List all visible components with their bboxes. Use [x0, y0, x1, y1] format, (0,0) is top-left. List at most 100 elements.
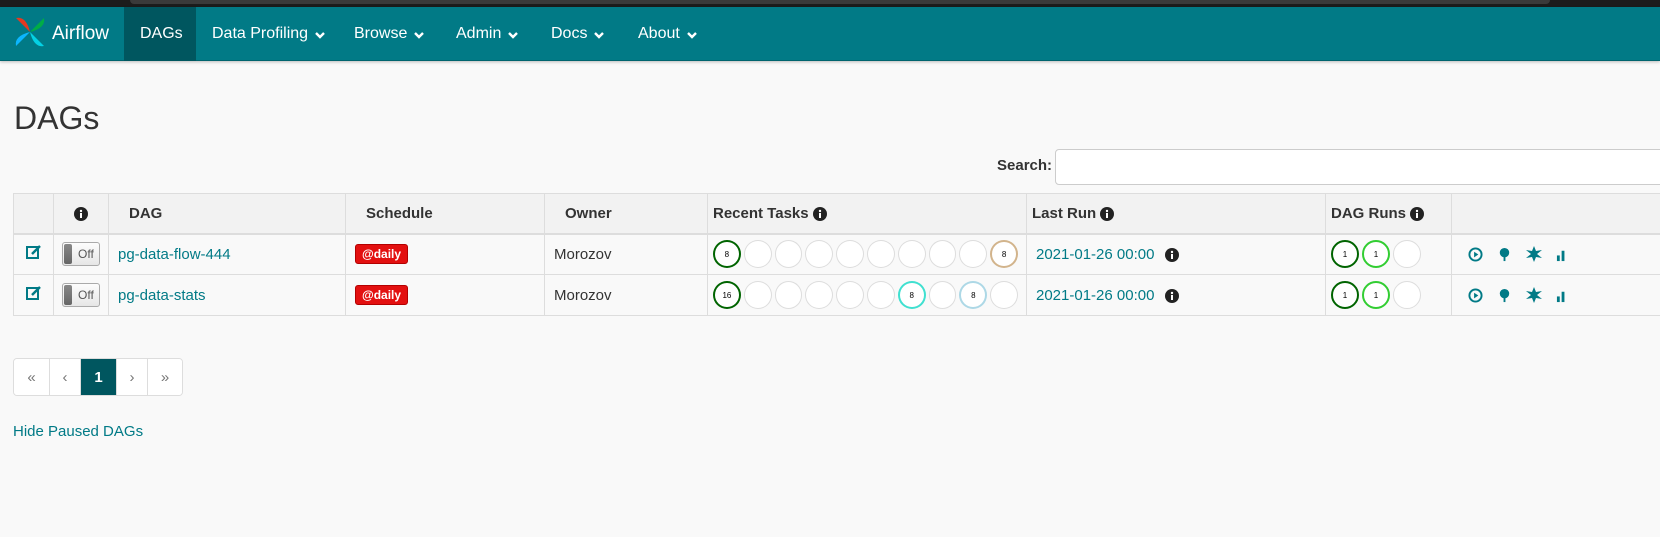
toggle-label: Off	[78, 247, 94, 262]
task-state-circle[interactable]	[774, 240, 803, 269]
toggle-cell: Off	[53, 274, 109, 316]
task-state-circle[interactable]	[743, 240, 772, 269]
info-icon[interactable]	[1164, 288, 1179, 303]
header-last-run: Last Run	[1026, 193, 1326, 235]
header-toggle	[53, 193, 109, 235]
graph-view-icon[interactable]	[1526, 287, 1542, 303]
nav-browse-label: Browse	[354, 25, 408, 42]
edit-icon[interactable]	[25, 245, 42, 264]
header-recent-tasks-label: Recent Tasks	[713, 204, 809, 222]
dag-cell: pg-data-stats	[108, 274, 346, 316]
links-cell	[1451, 274, 1660, 316]
chevron-down-icon	[507, 28, 519, 40]
info-icon[interactable]	[1410, 206, 1425, 221]
schedule-cell: @daily	[345, 274, 545, 316]
task-state-circle[interactable]: 8	[713, 240, 741, 269]
schedule-cell: @daily	[345, 233, 545, 275]
graph-view-icon[interactable]	[1526, 246, 1542, 263]
pause-toggle[interactable]: Off	[62, 283, 100, 307]
header-owner[interactable]: Owner	[544, 193, 708, 235]
task-state-circle[interactable]	[836, 281, 864, 309]
task-state-circle[interactable]	[805, 240, 834, 269]
header-dag-runs-label: DAG Runs	[1331, 204, 1406, 222]
tree-view-icon[interactable]	[1497, 288, 1512, 303]
table-row: Off pg-data-flow-444 @daily Morozov 8 8 …	[13, 233, 1660, 275]
dag-run-circle[interactable]: 1	[1362, 240, 1390, 269]
task-state-circle[interactable]	[805, 281, 834, 309]
hide-paused-dags-link[interactable]: Hide Paused DAGs	[13, 423, 143, 440]
toggle-cell: Off	[53, 233, 109, 275]
bar-chart-icon[interactable]	[1556, 288, 1571, 303]
nav-admin-label: Admin	[456, 25, 502, 42]
task-state-circle[interactable]: 8	[959, 281, 988, 309]
page-first-button[interactable]: «	[14, 359, 49, 395]
table-row: Off pg-data-stats @daily Morozov 16 8 8 …	[13, 274, 1660, 316]
pause-toggle[interactable]: Off	[62, 242, 100, 267]
task-state-circle[interactable]	[928, 240, 957, 269]
bar-chart-icon[interactable]	[1556, 247, 1571, 262]
chevron-down-icon	[593, 28, 605, 40]
dag-run-circle[interactable]: 1	[1331, 240, 1359, 269]
info-icon[interactable]	[812, 206, 827, 221]
nav-dags[interactable]: DAGs	[124, 7, 196, 61]
trigger-dag-icon[interactable]	[1468, 287, 1483, 303]
task-state-circle[interactable]	[959, 240, 988, 269]
dag-cell: pg-data-flow-444	[108, 233, 346, 275]
dag-run-circle[interactable]: 1	[1331, 281, 1359, 309]
task-state-circle[interactable]	[928, 281, 957, 309]
page-next-button[interactable]: ›	[116, 359, 147, 395]
task-state-circle[interactable]: 8	[897, 281, 926, 309]
header-dag-runs: DAG Runs	[1325, 193, 1452, 235]
dag-link[interactable]: pg-data-flow-444	[118, 246, 231, 263]
dag-run-circle[interactable]: 1	[1362, 281, 1390, 309]
last-run-cell: 2021-01-26 00:00	[1026, 233, 1326, 275]
chevron-down-icon	[413, 28, 425, 40]
search-input[interactable]	[1055, 149, 1660, 185]
edit-cell	[13, 274, 54, 316]
schedule-badge[interactable]: @daily	[355, 244, 409, 265]
nav-about[interactable]: About	[622, 7, 714, 61]
task-state-circle[interactable]	[897, 240, 926, 269]
tree-view-icon[interactable]	[1497, 247, 1512, 262]
task-state-circle[interactable]	[774, 281, 803, 309]
task-state-circle[interactable]: 8	[990, 240, 1018, 269]
nav-browse[interactable]: Browse	[338, 7, 441, 61]
page-prev-button[interactable]: ‹	[49, 359, 80, 395]
nav-data-profiling[interactable]: Data Profiling	[196, 7, 342, 61]
task-state-circle[interactable]	[867, 240, 895, 269]
dag-run-circle[interactable]	[1393, 240, 1421, 269]
edit-icon[interactable]	[25, 286, 42, 305]
info-icon[interactable]	[1100, 206, 1115, 221]
dag-run-circle[interactable]	[1393, 281, 1421, 309]
last-run-link[interactable]: 2021-01-26 00:00	[1036, 246, 1154, 263]
task-state-circle[interactable]: 16	[713, 281, 741, 309]
navbar: Airflow DAGs Data Profiling Browse Admin…	[0, 7, 1660, 61]
brand[interactable]: Airflow	[12, 15, 109, 53]
owner-cell: Morozov	[544, 233, 708, 275]
page-last-button[interactable]: »	[147, 359, 182, 395]
task-state-circle[interactable]	[743, 281, 772, 309]
nav-data-profiling-label: Data Profiling	[212, 25, 309, 42]
links-cell	[1451, 233, 1660, 275]
header-schedule[interactable]: Schedule	[345, 193, 545, 235]
dag-runs-cell: 1 1	[1325, 233, 1452, 275]
dags-table: DAG Schedule Owner Recent Tasks Last Run…	[13, 193, 1660, 316]
header-dag[interactable]: DAG	[108, 193, 346, 235]
task-state-circle[interactable]	[836, 240, 864, 269]
trigger-dag-icon[interactable]	[1468, 247, 1483, 262]
nav-docs[interactable]: Docs	[535, 7, 621, 61]
search-label: Search:	[997, 157, 1053, 174]
schedule-badge[interactable]: @daily	[355, 285, 409, 305]
dag-link[interactable]: pg-data-stats	[118, 287, 206, 304]
task-state-circle[interactable]	[990, 281, 1019, 309]
recent-tasks-cell: 8 8	[707, 233, 1027, 275]
header-recent-tasks: Recent Tasks	[707, 193, 1027, 235]
page-title: DAGs	[14, 100, 100, 136]
nav-admin[interactable]: Admin	[440, 7, 535, 61]
info-icon[interactable]	[74, 206, 88, 221]
page-current-button[interactable]: 1	[80, 359, 116, 395]
table-header-row: DAG Schedule Owner Recent Tasks Last Run…	[13, 193, 1660, 235]
info-icon[interactable]	[1164, 247, 1179, 262]
task-state-circle[interactable]	[867, 281, 895, 309]
last-run-link[interactable]: 2021-01-26 00:00	[1036, 287, 1154, 304]
